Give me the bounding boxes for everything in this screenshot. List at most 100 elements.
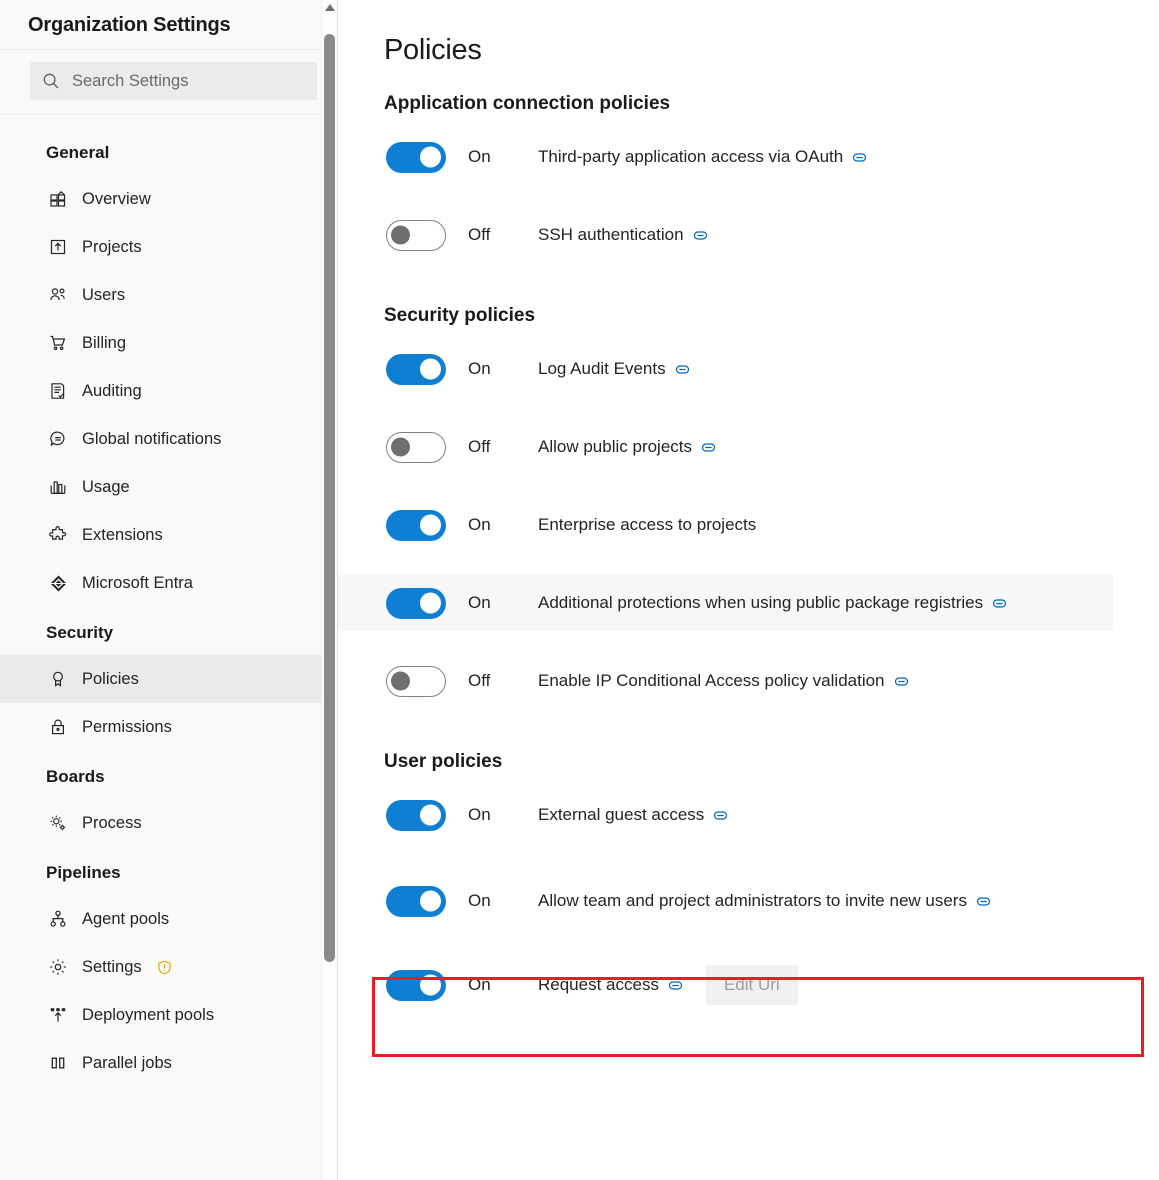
policy-state-label: On	[468, 359, 491, 378]
search-icon	[42, 72, 60, 90]
policy-label-wrap: Enable IP Conditional Access policy vali…	[538, 671, 909, 691]
sidebar-item-parallel-jobs[interactable]: Parallel jobs	[0, 1039, 337, 1087]
sidebar-item-permissions[interactable]: Permissions	[0, 703, 337, 751]
policy-label-wrap: SSH authentication	[538, 225, 708, 245]
sidebar-item-label: Global notifications	[82, 429, 222, 448]
section-heading-security-policies: Security policies	[384, 305, 536, 326]
toggle-knob	[420, 592, 441, 614]
projects-icon	[48, 237, 68, 257]
section-heading-application-connection-policies: Application connection policies	[384, 93, 671, 114]
sidebar-group-boards: Boards	[46, 767, 105, 786]
toggle-knob	[391, 671, 410, 691]
sidebar-item-projects[interactable]: Projects	[0, 223, 337, 271]
toggle-knob	[420, 890, 441, 912]
policy-toggle[interactable]	[386, 509, 446, 541]
sidebar-item-global-notifications[interactable]: Global notifications	[0, 415, 337, 463]
sidebar-scrollbar[interactable]	[321, 0, 337, 1180]
sidebar-item-label: Projects	[82, 237, 142, 256]
policy-label: Enterprise access to projects	[538, 515, 757, 534]
scroll-up-arrow-icon[interactable]	[325, 4, 335, 11]
sidebar-group-security: Security	[46, 623, 114, 642]
policy-toggle[interactable]	[386, 665, 446, 697]
info-icon[interactable]	[852, 150, 867, 165]
policy-label: Request access	[538, 975, 659, 994]
policy-state-label: Off	[468, 225, 491, 244]
sidebar-item-process[interactable]: Process	[0, 799, 337, 847]
sidebar-item-agent-pools[interactable]: Agent pools	[0, 895, 337, 943]
sidebar-item-label: Microsoft Entra	[82, 573, 193, 592]
search-settings-box[interactable]: Search Settings	[30, 62, 317, 100]
sidebar-item-extensions[interactable]: Extensions	[0, 511, 337, 559]
parallel-jobs-icon	[48, 1053, 68, 1073]
sidebar-item-label: Billing	[82, 333, 127, 352]
policy-toggle[interactable]	[386, 969, 446, 1001]
search-input-placeholder: Search Settings	[72, 71, 189, 90]
edit-url-button[interactable]: Edit Url	[705, 965, 798, 1005]
settings-sidebar: Organization Settings Search Settings Ge…	[0, 0, 337, 1180]
sidebar-item-microsoft-entra[interactable]: Microsoft Entra	[0, 559, 337, 607]
policy-toggle[interactable]	[386, 587, 446, 619]
policy-label-wrap: Allow team and project administrators to…	[538, 891, 991, 911]
lock-icon	[48, 717, 68, 737]
info-icon[interactable]	[713, 808, 728, 823]
policy-row-request-access: On Request access Edit Url	[338, 957, 1159, 1013]
info-icon[interactable]	[894, 674, 909, 689]
sidebar-item-label: Process	[82, 813, 142, 832]
info-icon[interactable]	[976, 894, 991, 909]
policy-state-label: On	[468, 805, 491, 824]
policy-toggle[interactable]	[386, 431, 446, 463]
toggle-knob	[420, 804, 441, 826]
toggle-knob	[420, 514, 441, 536]
scrollbar-thumb[interactable]	[324, 34, 335, 962]
policy-toggle[interactable]	[386, 353, 446, 385]
section-heading-user-policies: User policies	[384, 751, 503, 772]
sidebar-item-users[interactable]: Users	[0, 271, 337, 319]
sidebar-item-settings[interactable]: Settings	[0, 943, 337, 991]
agent-pools-icon	[48, 909, 68, 929]
warning-shield-icon	[157, 960, 172, 975]
sidebar-item-label: Users	[82, 285, 126, 304]
policy-state-label: On	[468, 147, 491, 166]
toggle-knob	[420, 974, 441, 996]
policy-state-label: On	[468, 593, 491, 612]
policy-label: Allow team and project administrators to…	[538, 891, 967, 910]
sidebar-item-policies[interactable]: Policies	[0, 655, 337, 703]
overview-icon	[48, 189, 68, 209]
notification-bubble-icon	[48, 429, 68, 449]
policy-row-additional-protections-public-package-registries: On Additional protections when using pub…	[338, 575, 1113, 631]
policy-label-wrap: Allow public projects	[538, 437, 716, 457]
policy-label-wrap: Enterprise access to projects	[538, 515, 756, 535]
main-content: Policies Application connection policies…	[338, 0, 1159, 1180]
sidebar-item-deployment-pools[interactable]: Deployment pools	[0, 991, 337, 1039]
info-icon[interactable]	[693, 228, 708, 243]
microsoft-entra-icon	[48, 573, 68, 593]
policy-row-enterprise-access-to-projects: On Enterprise access to projects	[338, 497, 1159, 553]
sidebar-item-billing[interactable]: Billing	[0, 319, 337, 367]
policy-state-label: On	[468, 975, 491, 994]
policy-state-label: Off	[468, 671, 491, 690]
billing-cart-icon	[48, 333, 68, 353]
sidebar-item-label: Settings	[82, 957, 142, 976]
policy-toggle[interactable]	[386, 141, 446, 173]
info-icon[interactable]	[701, 440, 716, 455]
sidebar-item-label: Parallel jobs	[82, 1053, 172, 1072]
policy-row-allow-public-projects: Off Allow public projects	[338, 419, 1159, 475]
toggle-knob	[391, 437, 410, 457]
process-gears-icon	[48, 813, 68, 833]
policy-label-wrap: External guest access	[538, 805, 728, 825]
info-icon[interactable]	[668, 978, 683, 993]
policy-toggle[interactable]	[386, 219, 446, 251]
deployment-pools-icon	[48, 1005, 68, 1025]
policy-row-log-audit-events: On Log Audit Events	[338, 341, 1159, 397]
info-icon[interactable]	[675, 362, 690, 377]
sidebar-item-overview[interactable]: Overview	[0, 175, 337, 223]
policy-toggle[interactable]	[386, 885, 446, 917]
users-icon	[48, 285, 68, 305]
policy-row-allow-team-project-admins-invite-new-users: On Allow team and project administrators…	[338, 873, 1159, 929]
sidebar-nav: General Overview Projects Users Billing …	[0, 115, 337, 1087]
info-icon[interactable]	[992, 596, 1007, 611]
toggle-knob	[420, 358, 441, 380]
sidebar-item-usage[interactable]: Usage	[0, 463, 337, 511]
policy-toggle[interactable]	[386, 799, 446, 831]
sidebar-item-auditing[interactable]: Auditing	[0, 367, 337, 415]
